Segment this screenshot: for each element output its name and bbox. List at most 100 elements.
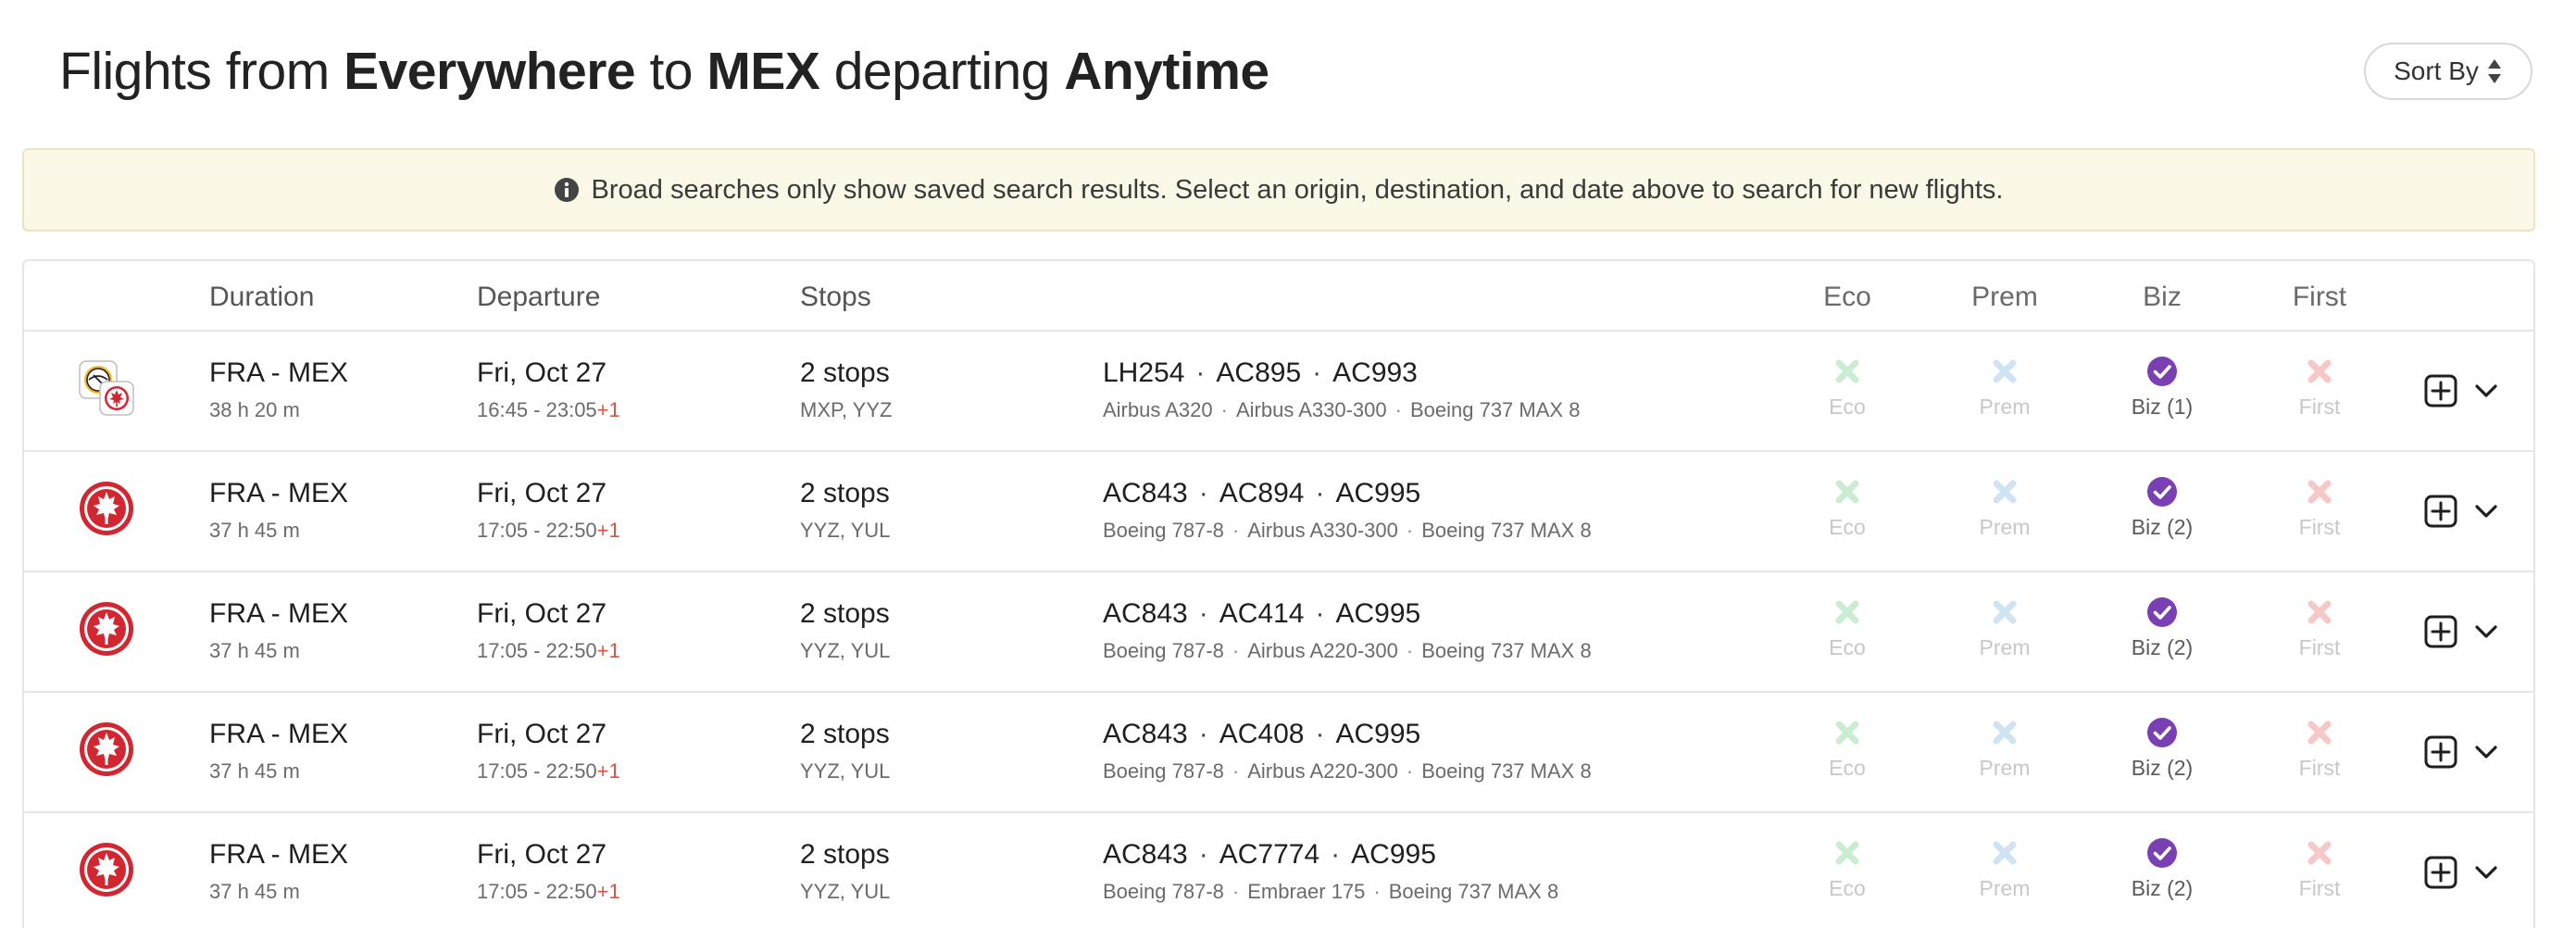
first-availability[interactable]: First <box>2250 717 2389 781</box>
time-range: 17:05 - 22:50 <box>477 519 597 542</box>
prem-availability[interactable]: Prem <box>1935 717 2074 781</box>
prem-availability[interactable]: Prem <box>1935 596 2074 660</box>
flight-row[interactable]: FRA - MEX 37 h 45 m Fri, Oct 27 17:05 - … <box>24 572 2533 693</box>
biz-availability[interactable]: Biz (2) <box>2093 596 2232 660</box>
column-eco[interactable]: Eco <box>1778 282 1917 313</box>
add-plus-icon[interactable] <box>2424 495 2457 528</box>
first-label: First <box>2298 756 2341 780</box>
biz-availability[interactable]: Biz (1) <box>2093 356 2232 420</box>
sort-by-button[interactable]: Sort By <box>2364 43 2532 100</box>
flight-number: AC414 <box>1219 598 1305 629</box>
prem-availability[interactable]: Prem <box>1935 476 2074 540</box>
eco-availability[interactable]: Eco <box>1778 356 1917 420</box>
airline-logo <box>78 600 135 658</box>
eco-label: Eco <box>1829 395 1866 419</box>
first-availability[interactable]: First <box>2250 476 2389 540</box>
flight-number: AC843 <box>1103 478 1188 508</box>
chevron-down-icon[interactable] <box>2472 861 2500 884</box>
aircraft-type: Boeing 787-8 <box>1103 759 1224 783</box>
aircraft-type: Boeing 737 MAX 8 <box>1421 519 1592 542</box>
aircraft-types: Boeing 787-8 · Airbus A330-300 · Boeing 737 … <box>1103 519 1592 543</box>
sort-arrows-icon <box>2487 59 2501 83</box>
unavailable-x-icon <box>2307 600 2332 624</box>
column-duration[interactable]: Duration <box>209 282 314 313</box>
duration: 37 h 45 m <box>209 519 300 542</box>
biz-label: Biz (1) <box>2131 395 2194 419</box>
first-label: First <box>2298 635 2341 659</box>
unavailable-x-icon <box>2307 480 2332 504</box>
chevron-down-icon[interactable] <box>2472 741 2500 763</box>
biz-label: Biz (2) <box>2131 756 2194 780</box>
departure-times: 16:45 - 23:05+1 <box>477 398 620 422</box>
prem-availability[interactable]: Prem <box>1935 837 2074 901</box>
flight-row[interactable]: FRA - MEX 37 h 45 m Fri, Oct 27 17:05 - … <box>24 452 2533 572</box>
broad-search-notice: Broad searches only show saved search re… <box>22 148 2535 232</box>
biz-availability[interactable]: Biz (2) <box>2093 837 2232 901</box>
info-icon <box>554 178 579 202</box>
aircraft-types: Boeing 787-8 · Embraer 175 · Boeing 737 MAX … <box>1103 880 1558 904</box>
column-departure[interactable]: Departure <box>477 282 600 313</box>
separator-dot: · <box>1198 719 1208 749</box>
eco-availability[interactable]: Eco <box>1778 717 1917 781</box>
unavailable-x-icon <box>1835 600 1859 624</box>
separator-dot: · <box>1312 357 1322 388</box>
flight-number: AC993 <box>1332 357 1418 388</box>
prem-label: Prem <box>1979 635 2031 659</box>
aircraft-type: Boeing 737 MAX 8 <box>1421 639 1592 662</box>
first-label: First <box>2298 515 2341 539</box>
route: FRA - MEX <box>209 478 349 508</box>
aircraft-type: Airbus A330-300 <box>1247 519 1398 542</box>
first-availability[interactable]: First <box>2250 837 2389 901</box>
aircraft-type: Boeing 737 MAX 8 <box>1388 880 1559 903</box>
prem-label: Prem <box>1979 395 2031 419</box>
available-check-icon <box>2147 357 2177 386</box>
first-label: First <box>2298 876 2341 900</box>
column-stops[interactable]: Stops <box>800 282 871 313</box>
chevron-down-icon[interactable] <box>2472 380 2500 402</box>
flight-row[interactable]: FRA - MEX 37 h 45 m Fri, Oct 27 17:05 - … <box>24 693 2533 813</box>
airline-logo <box>78 721 135 778</box>
prem-availability[interactable]: Prem <box>1935 356 2074 420</box>
biz-availability[interactable]: Biz (2) <box>2093 717 2232 781</box>
add-plus-icon[interactable] <box>2424 856 2457 889</box>
add-plus-icon[interactable] <box>2424 735 2457 769</box>
departure-times: 17:05 - 22:50+1 <box>477 759 620 784</box>
eco-availability[interactable]: Eco <box>1778 476 1917 540</box>
add-plus-icon[interactable] <box>2424 374 2457 408</box>
aircanada-logo <box>80 602 133 656</box>
eco-label: Eco <box>1829 756 1866 780</box>
column-first[interactable]: First <box>2250 282 2389 313</box>
separator-dot: · <box>1406 759 1414 783</box>
column-prem[interactable]: Prem <box>1935 282 2074 313</box>
aircraft-type: Airbus A220-300 <box>1247 639 1398 662</box>
chevron-down-icon[interactable] <box>2472 500 2500 522</box>
first-availability[interactable]: First <box>2250 596 2389 660</box>
biz-availability[interactable]: Biz (2) <box>2093 476 2232 540</box>
eco-availability[interactable]: Eco <box>1778 596 1917 660</box>
eco-availability[interactable]: Eco <box>1778 837 1917 901</box>
plus-day: +1 <box>596 519 620 542</box>
unavailable-x-icon <box>1993 359 2017 383</box>
column-biz[interactable]: Biz <box>2093 282 2232 313</box>
unavailable-x-icon <box>1835 359 1859 383</box>
separator-dot: · <box>1195 357 1206 388</box>
stops-count: 2 stops <box>800 839 890 870</box>
plus-day: +1 <box>596 759 620 783</box>
aircraft-type: Airbus A220-300 <box>1247 759 1398 783</box>
aircraft-types: Boeing 787-8 · Airbus A220-300 · Boeing 737 … <box>1103 639 1592 663</box>
flight-row[interactable]: FRA - MEX 38 h 20 m Fri, Oct 27 16:45 - … <box>24 332 2533 452</box>
flight-number: AC895 <box>1216 357 1302 388</box>
flight-numbers: LH254 · AC895 · AC993 <box>1103 357 1418 389</box>
separator-dot: · <box>1331 839 1341 870</box>
flight-row[interactable]: FRA - MEX 37 h 45 m Fri, Oct 27 17:05 - … <box>24 813 2533 928</box>
first-availability[interactable]: First <box>2250 356 2389 420</box>
plus-day: +1 <box>596 639 620 662</box>
title-when: Anytime <box>1064 42 1269 101</box>
add-plus-icon[interactable] <box>2424 615 2457 648</box>
aircraft-type: Boeing 787-8 <box>1103 880 1224 903</box>
chevron-down-icon[interactable] <box>2472 621 2500 643</box>
stops-count: 2 stops <box>800 478 890 508</box>
flight-number: AC843 <box>1103 719 1188 749</box>
separator-dot: · <box>1394 398 1402 421</box>
unavailable-x-icon <box>2307 721 2332 745</box>
